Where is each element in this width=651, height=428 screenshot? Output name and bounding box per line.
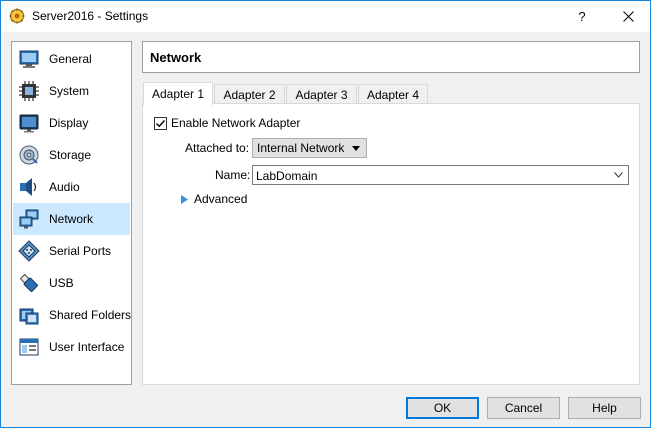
sidebar-item-shared-folders[interactable]: Shared Folders <box>13 299 132 331</box>
attached-to-dropdown[interactable]: Internal Network <box>252 138 367 158</box>
sidebar-item-audio[interactable]: Audio <box>13 171 130 203</box>
advanced-toggle[interactable]: Advanced <box>181 192 247 206</box>
sidebar-item-label: Display <box>49 116 89 130</box>
sidebar-item-storage[interactable]: Storage <box>13 139 130 171</box>
checkmark-icon <box>156 120 166 128</box>
network-name-combobox[interactable] <box>252 165 629 185</box>
audio-icon <box>20 178 37 196</box>
close-button[interactable] <box>606 1 650 32</box>
attached-to-label: Attached to: <box>185 141 250 155</box>
page-title: Network <box>150 50 202 65</box>
general-icon <box>19 50 39 68</box>
shared-folders-icon <box>19 308 39 325</box>
tab-adapter-2[interactable]: Adapter 2 <box>214 84 285 104</box>
title-bar: Server2016 - Settings ? <box>1 1 650 32</box>
sidebar-item-network[interactable]: Network <box>13 203 130 235</box>
cancel-button[interactable]: Cancel <box>487 397 560 419</box>
ok-button[interactable]: OK <box>406 397 479 419</box>
usb-icon <box>19 273 38 292</box>
user-interface-icon <box>19 338 39 356</box>
storage-icon <box>19 145 39 165</box>
network-icon <box>19 209 39 229</box>
enable-adapter-label: Enable Network Adapter <box>171 116 301 130</box>
display-icon <box>19 114 39 133</box>
settings-sidebar: General System Display Storage Audio Net… <box>11 41 132 385</box>
tab-adapter-3[interactable]: Adapter 3 <box>286 84 357 104</box>
sidebar-item-label: Audio <box>49 180 80 194</box>
expand-arrow-icon <box>181 194 188 204</box>
network-name-input[interactable] <box>256 168 596 183</box>
page-header: Network <box>142 41 640 73</box>
window-title: Server2016 - Settings <box>32 9 149 23</box>
context-help-button[interactable]: ? <box>564 1 600 32</box>
sidebar-item-label: General <box>49 52 92 66</box>
sidebar-item-user-interface[interactable]: User Interface <box>13 331 130 363</box>
sidebar-item-usb[interactable]: USB <box>13 267 130 299</box>
sidebar-item-system[interactable]: System <box>13 75 130 107</box>
sidebar-item-label: System <box>49 84 90 98</box>
tab-adapter-1[interactable]: Adapter 1 <box>143 82 213 105</box>
virtualbox-app-icon <box>9 8 25 24</box>
settings-window: Server2016 - Settings ? General System D… <box>0 0 651 428</box>
sidebar-item-general[interactable]: General <box>13 43 130 75</box>
close-icon <box>622 11 634 22</box>
sidebar-item-label: Shared Folders <box>49 308 132 322</box>
sidebar-item-label: Storage <box>49 148 92 162</box>
sidebar-item-display[interactable]: Display <box>13 107 130 139</box>
system-icon <box>19 81 39 101</box>
enable-adapter-checkbox[interactable] <box>154 117 167 130</box>
adapter-panel: Enable Network Adapter Attached to: Inte… <box>142 103 640 385</box>
chevron-down-icon[interactable] <box>614 172 623 178</box>
tab-adapter-4[interactable]: Adapter 4 <box>358 84 428 104</box>
sidebar-item-label: User Interface <box>49 340 125 354</box>
serial-ports-icon <box>18 240 40 262</box>
help-button[interactable]: Help <box>568 397 641 419</box>
attached-to-value: Internal Network <box>257 141 345 155</box>
sidebar-item-label: Serial Ports <box>49 244 112 258</box>
advanced-label: Advanced <box>194 192 248 206</box>
sidebar-item-serial-ports[interactable]: Serial Ports <box>13 235 130 267</box>
sidebar-item-label: Network <box>49 212 94 226</box>
name-label: Name: <box>215 168 251 182</box>
sidebar-item-label: USB <box>49 276 74 290</box>
dropdown-arrow-icon <box>352 146 360 151</box>
